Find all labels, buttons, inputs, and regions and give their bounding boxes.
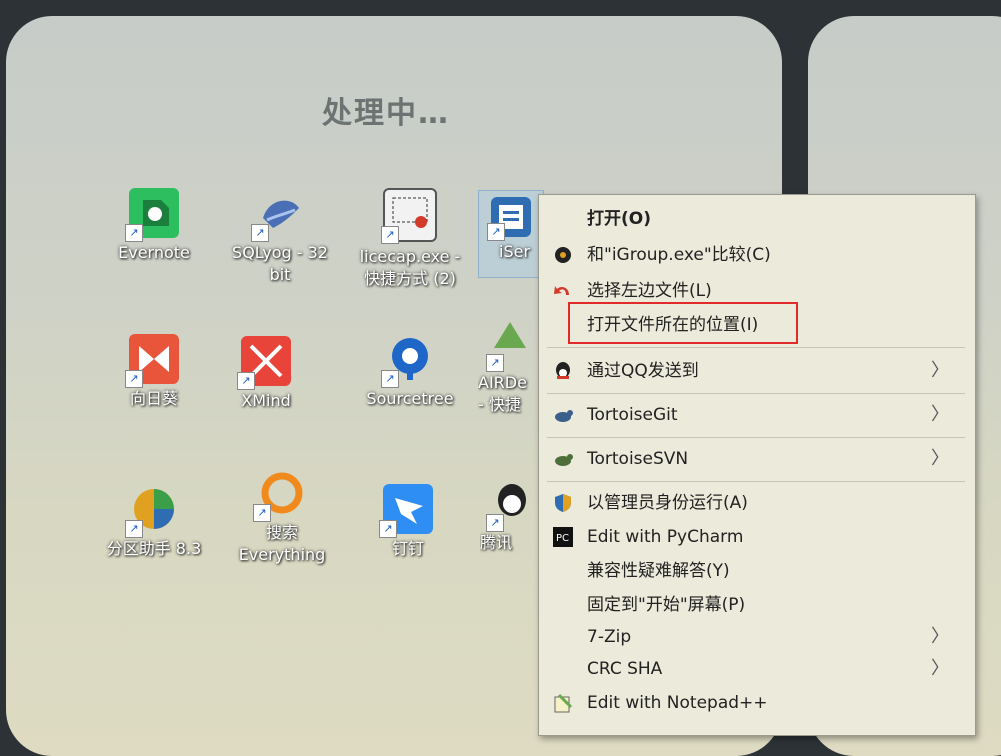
- submenu-arrow-icon: 〉: [931, 404, 949, 425]
- everything-icon: ↗: [253, 468, 307, 522]
- sqlyog-icon: ↗: [251, 188, 305, 242]
- shortcut-arrow-icon: ↗: [125, 370, 143, 388]
- desktop-icon-licecap[interactable]: ↗ licecap.exe - 快捷方式 (2): [350, 188, 470, 290]
- notepadpp-icon: [553, 693, 573, 713]
- shortcut-arrow-icon: ↗: [381, 226, 399, 244]
- menu-separator: [547, 437, 965, 438]
- menu-item-label: 以管理员身份运行(A): [587, 493, 748, 513]
- shortcut-arrow-icon: ↗: [487, 223, 505, 241]
- desktop-icon-sqlyog[interactable]: ↗ SQLyog - 32 bit: [220, 188, 340, 286]
- tortoisegit-icon: [553, 405, 573, 425]
- iserver-icon: ↗: [487, 197, 531, 241]
- desktop-icon-label: 腾讯: [480, 533, 513, 552]
- qq-icon: [553, 361, 573, 381]
- menu-item-edit-with-notepadpp[interactable]: Edit with Notepad++: [539, 687, 975, 719]
- menu-item-label: 通过QQ发送到: [587, 361, 699, 381]
- partition-icon: ↗: [125, 484, 179, 538]
- desktop-icon-label: SQLyog - 32 bit: [232, 243, 328, 284]
- desktop-icon-xmind[interactable]: ↗ XMind: [206, 336, 326, 412]
- menu-item-label: Edit with Notepad++: [587, 693, 768, 713]
- menu-item-send-via-qq[interactable]: 通过QQ发送到 〉: [539, 355, 975, 387]
- menu-separator: [547, 481, 965, 482]
- shortcut-arrow-icon: ↗: [125, 520, 143, 538]
- desktop-icon-tencent[interactable]: ↗ 腾讯: [480, 478, 540, 554]
- menu-item-crc-sha[interactable]: CRC SHA 〉: [539, 653, 975, 685]
- menu-item-label: TortoiseSVN: [587, 449, 689, 469]
- highlight-box: [568, 302, 798, 344]
- shield-icon: [553, 493, 573, 513]
- sourcetree-icon: ↗: [381, 334, 435, 388]
- desktop-icon-label: Evernote: [118, 243, 190, 262]
- menu-item-tortoisegit[interactable]: TortoiseGit 〉: [539, 399, 975, 431]
- shortcut-arrow-icon: ↗: [253, 504, 271, 522]
- desktop-icon-sourcetree[interactable]: ↗ Sourcetree: [350, 334, 470, 410]
- menu-item-open[interactable]: 打开(O): [539, 203, 975, 235]
- select-left-icon: [553, 281, 573, 301]
- menu-item-pin-to-start[interactable]: 固定到"开始"屏幕(P): [539, 589, 975, 621]
- menu-item-troubleshoot-compatibility[interactable]: 兼容性疑难解答(Y): [539, 555, 975, 587]
- desktop-icon-dingtalk[interactable]: ↗ 钉钉: [348, 484, 468, 560]
- compare-icon: [553, 245, 573, 265]
- shortcut-arrow-icon: ↗: [251, 224, 269, 242]
- desktop-icon-label: 搜索 Everything: [238, 523, 326, 564]
- pycharm-icon: PC: [553, 527, 573, 547]
- menu-item-label: 固定到"开始"屏幕(P): [587, 595, 746, 615]
- desktop-icon-iserver[interactable]: ↗ iSer: [478, 190, 544, 278]
- dingtalk-icon: ↗: [379, 484, 433, 538]
- shortcut-arrow-icon: ↗: [381, 370, 399, 388]
- desktop-icon-label: 钉钉: [391, 539, 424, 558]
- desktop-icon-airdesk[interactable]: ↗ AIRDe - 快捷: [478, 318, 542, 416]
- desktop-icon-everything[interactable]: ↗ 搜索 Everything: [222, 468, 342, 566]
- menu-item-7zip[interactable]: 7-Zip 〉: [539, 621, 975, 653]
- menu-item-label: TortoiseGit: [587, 405, 678, 425]
- menu-item-run-as-admin[interactable]: 以管理员身份运行(A): [539, 487, 975, 519]
- submenu-arrow-icon: 〉: [931, 448, 949, 469]
- context-menu: 打开(O) 和"iGroup.exe"比较(C) 选择左边文件(L) 打开文件所…: [538, 194, 976, 736]
- shortcut-arrow-icon: ↗: [125, 224, 143, 242]
- menu-item-edit-with-pycharm[interactable]: PC Edit with PyCharm: [539, 521, 975, 553]
- menu-item-label: 和"iGroup.exe"比较(C): [587, 245, 771, 265]
- desktop-icon-partition[interactable]: ↗ 分区助手 8.3: [94, 484, 214, 560]
- menu-item-label: 打开(O): [587, 209, 651, 229]
- shortcut-arrow-icon: ↗: [379, 520, 397, 538]
- submenu-arrow-icon: 〉: [931, 626, 949, 647]
- desktop-icon-label: iSer: [499, 242, 531, 261]
- shortcut-arrow-icon: ↗: [486, 514, 504, 532]
- menu-separator: [547, 393, 965, 394]
- airdesk-icon: ↗: [486, 318, 530, 372]
- tencent-icon: ↗: [486, 478, 530, 532]
- desktop-icon-label: 分区助手 8.3: [106, 539, 202, 558]
- shortcut-arrow-icon: ↗: [486, 354, 504, 372]
- xmind-icon: ↗: [237, 336, 291, 390]
- submenu-arrow-icon: 〉: [931, 360, 949, 381]
- menu-item-label: 7-Zip: [587, 627, 632, 647]
- tortoisesvn-icon: [553, 449, 573, 469]
- menu-item-label: 兼容性疑难解答(Y): [587, 561, 730, 581]
- menu-item-label: CRC SHA: [587, 659, 663, 679]
- processing-text: 处理中…: [322, 96, 450, 131]
- menu-item-label: Edit with PyCharm: [587, 527, 744, 547]
- menu-separator: [547, 347, 965, 348]
- desktop-icon-label: licecap.exe - 快捷方式 (2): [359, 247, 461, 288]
- desktop-icon-label: XMind: [241, 391, 291, 410]
- desktop-icon-sunflower[interactable]: ↗ 向日葵: [94, 334, 214, 410]
- menu-item-compare[interactable]: 和"iGroup.exe"比较(C): [539, 239, 975, 271]
- desktop-icon-label: AIRDe - 快捷: [478, 373, 527, 414]
- desktop-icon-label: Sourcetree: [366, 389, 454, 408]
- submenu-arrow-icon: 〉: [931, 658, 949, 679]
- desktop-icon-evernote[interactable]: ↗ Evernote: [94, 188, 214, 264]
- sunflower-icon: ↗: [125, 334, 179, 388]
- svg-text:PC: PC: [556, 533, 569, 544]
- evernote-icon: ↗: [125, 188, 179, 242]
- licecap-icon: ↗: [381, 188, 437, 244]
- shortcut-arrow-icon: ↗: [237, 372, 255, 390]
- menu-item-tortoisesvn[interactable]: TortoiseSVN 〉: [539, 443, 975, 475]
- desktop-icon-label: 向日葵: [129, 389, 178, 408]
